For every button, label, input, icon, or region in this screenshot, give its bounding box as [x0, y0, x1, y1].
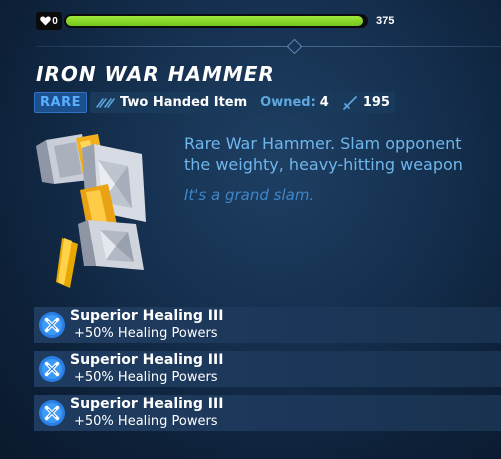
damage-tag: 195 — [336, 92, 395, 113]
item-description: Rare War Hammer. Slam opponent the weigh… — [184, 133, 501, 175]
perk-name: Superior Healing III — [70, 352, 224, 368]
health-value: 375 — [376, 15, 395, 27]
rarity-badge: RARE — [34, 92, 87, 113]
owned-tag: Owned: 4 — [255, 92, 334, 113]
divider-diamond-icon — [286, 38, 303, 55]
two-handed-icon — [95, 97, 115, 109]
status-bar: 0 375 — [36, 12, 394, 30]
rarity-label: RARE — [40, 95, 81, 110]
hearts-badge: 0 — [36, 12, 62, 30]
healing-perk-icon — [39, 400, 65, 426]
perk-description: +50% Healing Powers — [74, 414, 218, 429]
healing-perk-icon — [39, 312, 65, 338]
perk-description: +50% Healing Powers — [74, 326, 218, 341]
hammer-image — [36, 134, 146, 288]
owned-label: Owned: — [260, 95, 316, 110]
flavor-text: It's a grand slam. — [184, 186, 315, 204]
heart-icon — [40, 16, 51, 26]
item-title: IRON WAR HAMMER — [36, 62, 275, 86]
description-line-1: Rare War Hammer. Slam opponent — [184, 134, 462, 153]
damage-value: 195 — [362, 95, 390, 110]
health-bar — [64, 14, 368, 28]
perk-row: Superior Healing III +50% Healing Powers — [34, 351, 501, 387]
item-type-tag: Two Handed Item — [89, 92, 253, 113]
hearts-count: 0 — [52, 15, 58, 27]
health-bar-fill — [66, 16, 363, 26]
perk-name: Superior Healing III — [70, 396, 224, 412]
description-line-2: the weighty, heavy-hitting weapon — [184, 155, 463, 174]
perk-description: +50% Healing Powers — [74, 370, 218, 385]
item-tags: RARE Two Handed Item Owned: 4 195 — [34, 92, 395, 113]
healing-perk-icon — [39, 356, 65, 382]
perk-name: Superior Healing III — [70, 308, 224, 324]
perk-row: Superior Healing III +50% Healing Powers — [34, 395, 501, 431]
perk-row: Superior Healing III +50% Healing Powers — [34, 307, 501, 343]
item-type-label: Two Handed Item — [119, 95, 248, 110]
owned-count: 4 — [319, 95, 329, 110]
header-divider — [36, 46, 501, 47]
sword-icon — [342, 95, 358, 111]
